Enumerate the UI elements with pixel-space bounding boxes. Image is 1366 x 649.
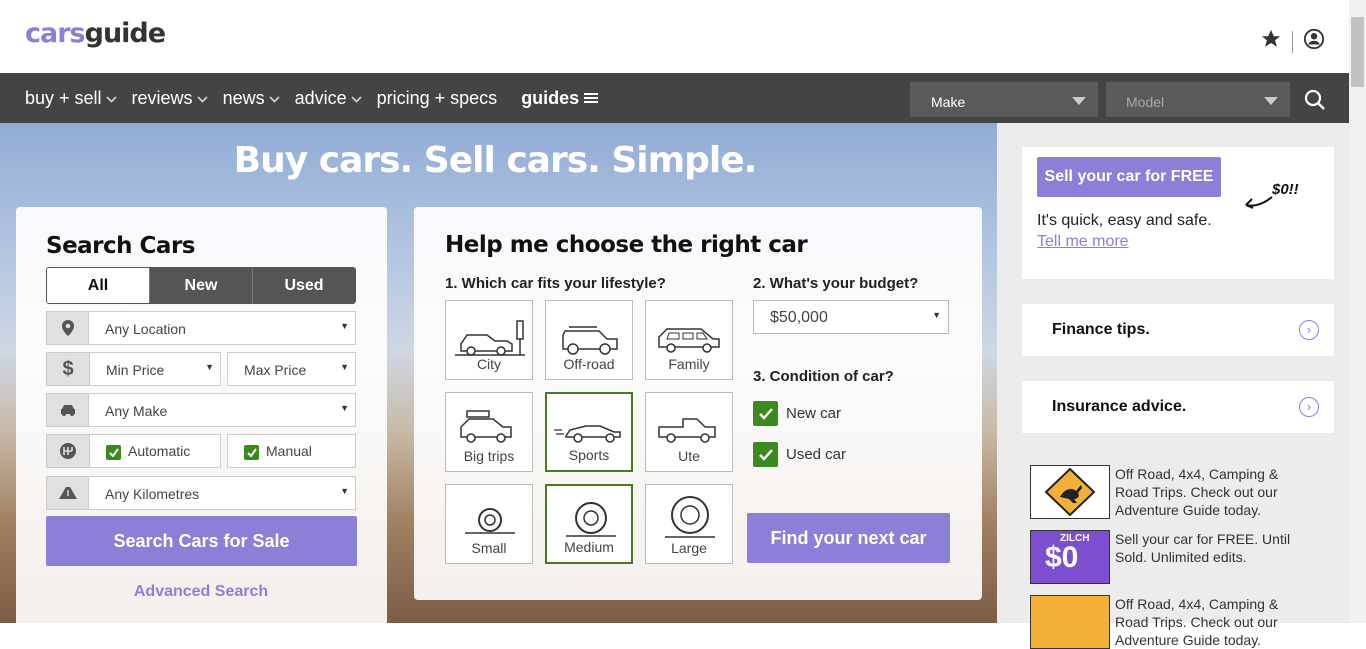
tile-small[interactable]: Small <box>445 484 533 564</box>
min-price-select[interactable]: Min Price ▼ <box>89 352 221 386</box>
gearbox-icon <box>46 434 89 468</box>
off-road-car-icon <box>562 326 618 355</box>
header-divider <box>1292 30 1293 53</box>
large-wheel-icon <box>665 496 715 538</box>
tell-me-more-link[interactable]: Tell me more <box>1037 233 1129 251</box>
insurance-title: Insurance advice. <box>1052 398 1187 415</box>
location-pin-icon <box>46 311 89 345</box>
city-car-icon <box>455 320 525 356</box>
max-price-select[interactable]: Max Price ▼ <box>227 352 356 386</box>
chevron-down-icon <box>105 95 117 103</box>
tile-ute[interactable]: Ute <box>645 392 733 472</box>
search-title: Search Cars <box>46 233 195 259</box>
big-trips-car-icon <box>460 410 512 443</box>
car-icon <box>46 393 89 427</box>
advanced-search-link[interactable]: Advanced Search <box>46 583 356 601</box>
make-field[interactable]: Any Make ▼ <box>89 393 356 427</box>
checkbox-checked-icon <box>106 444 121 460</box>
hero-title: Buy cars. Sell cars. Simple. <box>233 140 758 181</box>
tile-large[interactable]: Large <box>645 484 733 564</box>
manual-checkbox[interactable]: Manual <box>227 434 356 468</box>
sidebar: Sell your car for FREE $0!! It's quick, … <box>997 123 1349 649</box>
chevron-down-icon <box>268 95 280 103</box>
condition-tabs: All New Used <box>46 267 356 304</box>
find-next-car-button[interactable]: Find your next car <box>747 513 950 563</box>
chevron-down-icon <box>350 95 362 103</box>
tile-sports[interactable]: Sports <box>545 392 633 472</box>
lifestyle-question: 1. Which car fits your lifestyle? <box>445 275 666 292</box>
automatic-checkbox[interactable]: Automatic <box>89 434 221 468</box>
hero-section: Buy cars. Sell cars. Simple. Search Cars… <box>0 123 997 623</box>
carsguide-logo[interactable]: carsguide <box>25 18 166 49</box>
chevron-right-icon: › <box>1299 397 1319 417</box>
promo-text: Off Road, 4x4, Camping & Road Trips. Che… <box>1115 466 1279 518</box>
zero-scribble: $0!! <box>1272 181 1299 198</box>
tile-medium[interactable]: Medium <box>545 484 633 564</box>
promo-sell-free[interactable]: ZILCH $0 Sell your car for FREE. Until S… <box>1030 530 1305 584</box>
site-header: carsguide <box>0 0 1349 73</box>
tile-city[interactable]: City <box>445 300 533 380</box>
nav-advice[interactable]: advice <box>295 88 362 109</box>
chooser-title: Help me choose the right car <box>445 232 808 258</box>
caret-down-icon <box>1072 97 1086 105</box>
promo-adventure-2[interactable]: Off Road, 4x4, Camping & Road Trips. Che… <box>1030 595 1305 649</box>
checkbox-checked-icon <box>244 444 259 460</box>
model-select[interactable]: Model <box>1106 82 1290 117</box>
zilch-badge: ZILCH $0 <box>1030 530 1110 584</box>
search-icon[interactable] <box>1304 89 1326 116</box>
family-car-icon <box>658 328 720 353</box>
account-icon[interactable] <box>1303 28 1325 55</box>
road-icon <box>46 476 89 510</box>
nav-guides[interactable]: guides <box>521 88 599 109</box>
hamburger-icon <box>584 93 599 103</box>
nav-pricing-specs[interactable]: pricing + specs <box>377 88 498 109</box>
tile-family[interactable]: Family <box>645 300 733 380</box>
curved-arrow-icon <box>1245 196 1273 209</box>
promo-text: Off Road, 4x4, Camping & Road Trips. Che… <box>1115 596 1279 648</box>
checkbox-checked-icon <box>753 442 778 467</box>
location-select[interactable]: Any Location ▼ <box>89 311 356 345</box>
nav-reviews[interactable]: reviews <box>132 88 208 109</box>
insurance-advice-card[interactable]: Insurance advice. › <box>1022 381 1334 433</box>
medium-wheel-icon <box>566 502 616 537</box>
promo-text: Sell your car for FREE. Until Sold. Unli… <box>1115 531 1291 565</box>
dollar-icon: $ <box>46 352 89 386</box>
search-cars-panel: Search Cars All New Used Any Location ▼ $… <box>16 207 387 623</box>
sell-subtext: It's quick, easy and safe. <box>1037 212 1212 229</box>
tile-off-road[interactable]: Off-road <box>545 300 633 380</box>
finance-tips-card[interactable]: Finance tips. › <box>1022 304 1334 356</box>
budget-select[interactable]: $50,000 ▼ <box>753 300 949 334</box>
kilometres-select[interactable]: Any Kilometres ▼ <box>89 476 356 510</box>
promo-adventure[interactable]: Off Road, 4x4, Camping & Road Trips. Che… <box>1030 465 1305 519</box>
condition-question: 3. Condition of car? <box>753 368 894 385</box>
car-chooser-panel: Help me choose the right car 1. Which ca… <box>414 207 982 600</box>
small-wheel-icon <box>465 508 515 534</box>
ute-icon <box>658 418 716 443</box>
adventure-thumbnail <box>1030 595 1110 649</box>
finance-title: Finance tips. <box>1052 321 1150 338</box>
tab-used[interactable]: Used <box>252 268 355 303</box>
nav-buy-sell[interactable]: buy + sell <box>25 88 117 109</box>
checkbox-checked-icon <box>753 401 778 426</box>
tile-big-trips[interactable]: Big trips <box>445 392 533 472</box>
scrollbar-thumb[interactable] <box>1351 17 1364 87</box>
tab-new[interactable]: New <box>149 268 252 303</box>
sell-car-card: Sell your car for FREE $0!! It's quick, … <box>1022 147 1334 279</box>
make-select[interactable]: Make <box>910 82 1098 117</box>
new-car-checkbox[interactable]: New car <box>753 401 841 426</box>
sports-car-icon <box>554 425 621 443</box>
nav-news[interactable]: news <box>223 88 280 109</box>
sell-free-button[interactable]: Sell your car for FREE <box>1037 157 1221 197</box>
used-car-checkbox[interactable]: Used car <box>753 442 846 467</box>
budget-question: 2. What's your budget? <box>753 275 919 292</box>
search-cars-button[interactable]: Search Cars for Sale <box>46 516 357 566</box>
caret-down-icon <box>1264 97 1278 105</box>
page-scrollbar[interactable] <box>1349 0 1366 623</box>
kangaroo-sign-icon <box>1030 465 1110 519</box>
tab-all[interactable]: All <box>47 268 149 303</box>
star-icon[interactable] <box>1260 28 1282 55</box>
chevron-down-icon <box>196 95 208 103</box>
chevron-right-icon: › <box>1299 320 1319 340</box>
